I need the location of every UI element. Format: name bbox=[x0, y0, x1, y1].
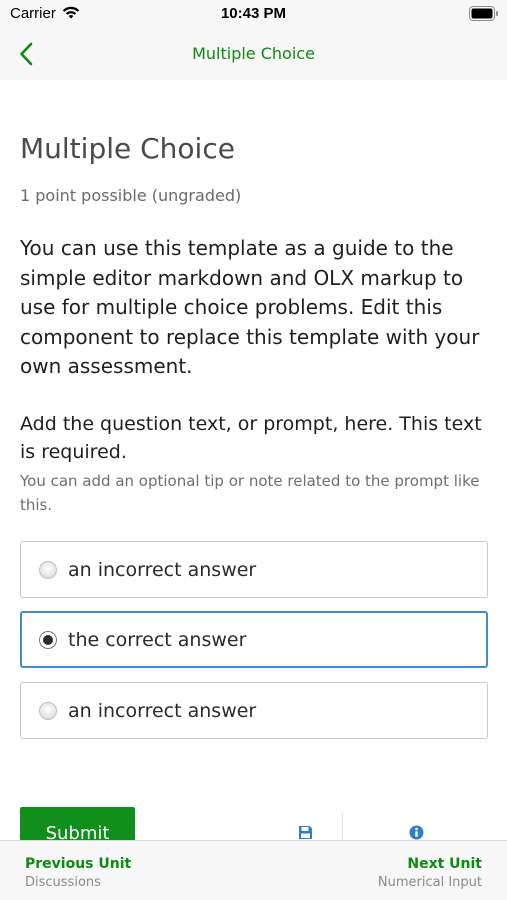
previous-unit-name: Discussions bbox=[25, 875, 101, 890]
answer-option-label: an incorrect answer bbox=[68, 699, 257, 722]
nav-title: Multiple Choice bbox=[192, 44, 315, 63]
question-prompt: Add the question text, or prompt, here. … bbox=[20, 413, 482, 463]
next-unit-name: Numerical Input bbox=[377, 875, 482, 890]
answer-option[interactable]: an incorrect answer bbox=[20, 541, 488, 598]
answer-option-selected[interactable]: the correct answer bbox=[20, 611, 488, 668]
status-bar: Carrier 10:43 PM bbox=[0, 0, 507, 28]
next-unit-button[interactable]: Next Unit Numerical Input bbox=[378, 856, 482, 890]
radio-unchecked-icon[interactable] bbox=[39, 560, 57, 579]
save-icon[interactable] bbox=[298, 825, 313, 840]
answer-option[interactable]: an incorrect answer bbox=[20, 682, 488, 739]
navigation-bar: Multiple Choice bbox=[0, 28, 507, 80]
info-icon[interactable] bbox=[409, 825, 424, 840]
points-possible: 1 point possible (ungraded) bbox=[20, 186, 242, 205]
unit-navigation-bar: Previous Unit Discussions Next Unit Nume… bbox=[0, 840, 507, 900]
answer-option-label: the correct answer bbox=[68, 628, 247, 651]
action-divider bbox=[342, 812, 343, 842]
battery-icon bbox=[469, 6, 498, 21]
previous-unit-label: Previous Unit bbox=[25, 856, 132, 872]
radio-unchecked-icon[interactable] bbox=[39, 701, 57, 720]
problem-description: You can use this template as a guide to … bbox=[20, 236, 480, 378]
previous-unit-button[interactable]: Previous Unit Discussions bbox=[25, 856, 131, 890]
question-tip: You can add an optional tip or note rela… bbox=[20, 472, 480, 514]
next-unit-label: Next Unit bbox=[407, 856, 482, 872]
clock-time: 10:43 PM bbox=[220, 5, 287, 22]
problem-title: Multiple Choice bbox=[20, 132, 235, 165]
answer-option-label: an incorrect answer bbox=[68, 558, 257, 581]
radio-checked-icon[interactable] bbox=[39, 630, 57, 649]
screen: Carrier 10:43 PM Multiple Choice Multipl… bbox=[0, 0, 507, 900]
